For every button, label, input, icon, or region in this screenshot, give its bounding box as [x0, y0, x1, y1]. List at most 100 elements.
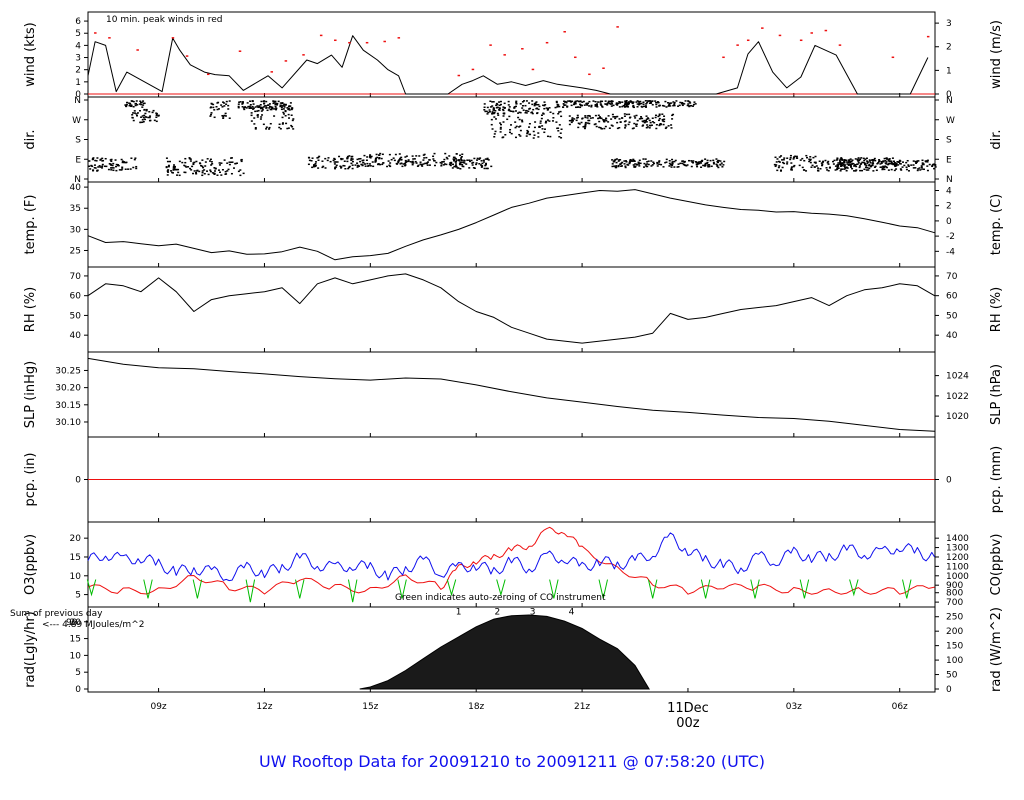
direction-point	[428, 159, 431, 161]
direction-point	[521, 101, 524, 103]
direction-point	[214, 167, 217, 170]
direction-point	[544, 122, 547, 124]
direction-point	[615, 102, 618, 104]
direction-point	[679, 162, 682, 165]
direction-point	[482, 159, 485, 161]
direction-point	[624, 120, 627, 122]
direction-point	[284, 114, 287, 117]
direction-point	[287, 113, 290, 116]
direction-point	[887, 169, 890, 171]
y-tick-label-left: 40	[70, 331, 82, 341]
direction-point	[178, 160, 181, 163]
direction-point	[415, 162, 418, 164]
y-tick-label-left: 0	[75, 476, 81, 486]
direction-point	[642, 105, 645, 108]
direction-point	[351, 160, 354, 163]
direction-point	[218, 171, 221, 174]
direction-point	[890, 163, 893, 165]
direction-point	[675, 100, 678, 102]
direction-point	[151, 111, 154, 114]
direction-point	[155, 114, 158, 116]
direction-point	[783, 157, 786, 159]
direction-point	[803, 169, 806, 171]
direction-point	[534, 121, 537, 123]
direction-point	[404, 156, 407, 158]
radiation-area	[359, 614, 650, 690]
direction-point	[265, 107, 268, 109]
direction-point	[717, 159, 720, 162]
direction-point	[491, 111, 494, 113]
direction-point	[274, 102, 277, 104]
direction-point	[492, 101, 495, 103]
direction-point	[155, 112, 158, 114]
direction-point	[933, 167, 936, 170]
direction-point	[704, 162, 707, 165]
direction-point	[611, 113, 614, 116]
direction-point	[644, 105, 647, 107]
co-autozero-mark	[245, 579, 256, 603]
direction-point	[922, 168, 925, 171]
direction-point	[854, 170, 857, 172]
direction-point	[573, 101, 576, 104]
direction-point	[558, 124, 561, 126]
direction-point	[588, 100, 591, 103]
direction-point	[885, 166, 888, 169]
direction-point	[605, 117, 608, 120]
direction-point	[286, 127, 289, 130]
direction-point	[628, 121, 631, 123]
direction-point	[367, 164, 370, 167]
direction-point	[382, 162, 385, 164]
direction-point	[202, 166, 205, 169]
y-tick-label-left: S	[75, 136, 81, 146]
direction-point	[402, 163, 405, 165]
direction-point	[644, 164, 647, 166]
direction-point	[131, 116, 134, 119]
direction-point	[489, 100, 492, 102]
direction-point	[815, 165, 818, 167]
y-label-left: temp. (F)	[23, 195, 38, 255]
direction-point	[363, 163, 366, 165]
direction-point	[476, 157, 479, 160]
direction-point	[216, 174, 219, 176]
radiation-hour-marker: 3	[530, 608, 536, 618]
direction-point	[226, 162, 229, 164]
direction-point	[220, 162, 223, 164]
direction-point	[570, 101, 573, 103]
y-tick-label-right: 900	[946, 581, 963, 591]
y-tick-label-right: 2	[946, 202, 952, 212]
direction-point	[289, 102, 292, 104]
direction-point	[366, 156, 369, 158]
direction-point	[166, 160, 169, 163]
direction-point	[720, 162, 723, 164]
direction-point	[624, 125, 627, 127]
direction-point	[283, 103, 286, 106]
direction-point	[172, 165, 175, 168]
direction-point	[200, 164, 203, 167]
direction-point	[677, 105, 680, 107]
sum-marker-value: 99	[66, 618, 78, 628]
direction-point	[646, 101, 649, 104]
direction-point	[425, 162, 428, 165]
y-tick-label-left: 30.20	[55, 384, 81, 394]
direction-point	[655, 127, 658, 130]
direction-point	[545, 120, 548, 123]
direction-point	[494, 118, 497, 120]
direction-point	[508, 106, 511, 108]
direction-point	[786, 157, 789, 159]
direction-point	[607, 101, 610, 104]
direction-point	[491, 128, 494, 130]
direction-point	[774, 156, 777, 159]
y-tick-label-right: 1400	[946, 534, 969, 544]
y-tick-label-left: 5	[75, 29, 81, 39]
direction-point	[533, 126, 536, 129]
direction-point	[700, 160, 703, 163]
direction-point	[525, 100, 528, 102]
direction-point	[564, 104, 567, 106]
direction-point	[281, 116, 284, 119]
direction-point	[642, 124, 645, 126]
wind-peak-point	[531, 68, 535, 71]
direction-point	[110, 169, 113, 171]
x-tick-label: 03z	[786, 702, 802, 712]
y-tick-label-right: 200	[946, 627, 963, 637]
direction-point	[803, 159, 806, 162]
